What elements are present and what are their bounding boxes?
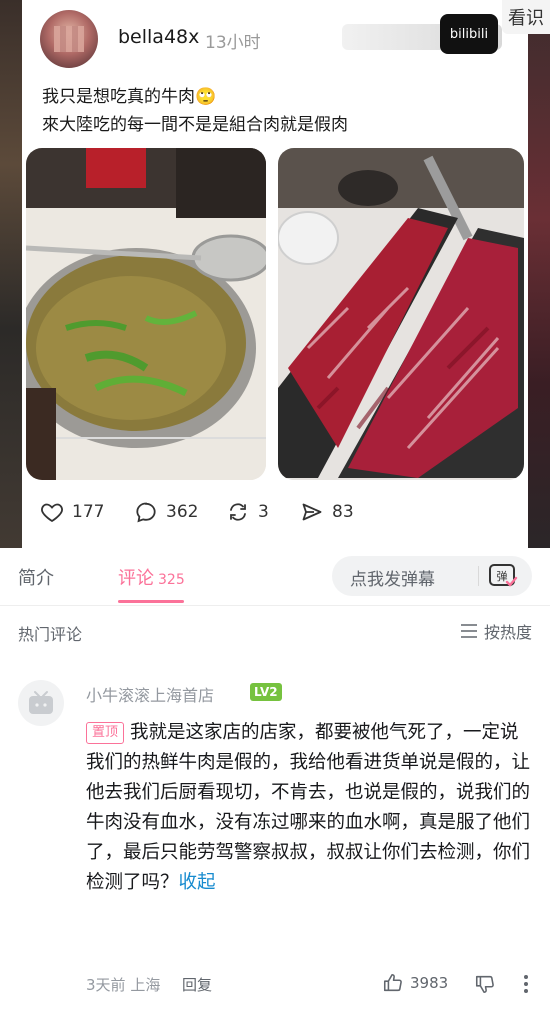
danmaku-toggle-icon[interactable]: 弹 <box>488 562 518 590</box>
bilibili-watermark: bilibili <box>440 14 498 54</box>
hot-comments-title: 热门评论 <box>18 625 83 644</box>
danmaku-placeholder: 点我发弹幕 <box>350 570 435 590</box>
pinned-tag: 置顶 <box>86 722 125 744</box>
user-level-badge: LV2 <box>250 683 282 701</box>
comment-like-count: 3983 <box>410 974 449 992</box>
comment-like-button[interactable]: 3983 <box>382 972 448 994</box>
comment-bubble-icon <box>136 502 156 523</box>
post-text-line-2: 來大陸吃的每一間不是是組合肉就是假肉 <box>42 115 348 135</box>
shares-count: 83 <box>332 502 354 522</box>
shares-stat[interactable]: 83 <box>300 500 354 524</box>
more-options-icon[interactable] <box>522 973 530 995</box>
repost-icon <box>230 503 246 521</box>
active-tab-indicator <box>118 600 184 603</box>
video-frame[interactable]: bella48x 13小时 bilibili 我只是想吃真的牛肉🙄 來大陸吃的每… <box>0 0 550 548</box>
collapse-link[interactable]: 收起 <box>179 872 216 893</box>
corner-tag: 看识 <box>502 0 550 34</box>
likes-count: 177 <box>72 502 105 522</box>
comment-meta: 3天前 上海 <box>86 974 160 995</box>
likes-stat[interactable]: 177 <box>40 500 104 524</box>
post-author-avatar <box>40 10 98 68</box>
post-time: 13小时 <box>205 33 261 53</box>
photo-raw-beef[interactable] <box>278 148 524 480</box>
photo-hotpot-soup[interactable] <box>26 148 266 480</box>
comment-location: 上海 <box>130 976 161 994</box>
thumbs-down-icon[interactable] <box>474 973 496 995</box>
comment-avatar[interactable] <box>18 680 64 726</box>
comment-author[interactable]: 小牛滚滚上海首店 <box>86 682 214 706</box>
comment-body: 置顶 我就是这家店的店家，都要被他气死了，一定说我们的热鲜牛肉是假的，我给他看进货… <box>86 718 536 898</box>
heart-icon <box>41 503 63 523</box>
thumbs-up-icon <box>383 973 402 992</box>
tab-comments-count: 325 <box>158 572 185 588</box>
comment-time: 3天前 <box>86 976 126 994</box>
tab-comments-label: 评论 <box>118 568 154 589</box>
reply-button[interactable]: 回复 <box>182 974 212 995</box>
tab-intro[interactable]: 简介 <box>18 564 54 590</box>
reposts-stat[interactable]: 3 <box>226 500 269 524</box>
comments-stat[interactable]: 362 <box>134 500 198 524</box>
sort-label: 按热度 <box>483 623 532 642</box>
bilibili-tv-icon <box>29 691 53 714</box>
danmaku-toggle-label: 弹 <box>497 569 508 583</box>
send-icon <box>302 503 322 521</box>
divider <box>478 566 479 586</box>
sort-by-hot-button[interactable]: 按热度 <box>460 619 532 643</box>
post-card: bella48x 13小时 bilibili 我只是想吃真的牛肉🙄 來大陸吃的每… <box>22 0 528 548</box>
danmaku-input[interactable]: 点我发弹幕 弹 <box>332 556 532 596</box>
comments-count: 362 <box>166 502 199 522</box>
comment-text: 我就是这家店的店家，都要被他气死了，一定说我们的热鲜牛肉是假的，我给他看进货单说… <box>86 722 531 893</box>
tab-comments[interactable]: 评论 325 <box>118 564 185 590</box>
post-username: bella48x <box>118 26 200 48</box>
reposts-count: 3 <box>258 502 269 522</box>
tab-bar: 简介 评论 325 点我发弹幕 弹 <box>0 548 550 606</box>
sort-icon <box>460 624 477 638</box>
post-text-line-1: 我只是想吃真的牛肉🙄 <box>42 87 217 107</box>
